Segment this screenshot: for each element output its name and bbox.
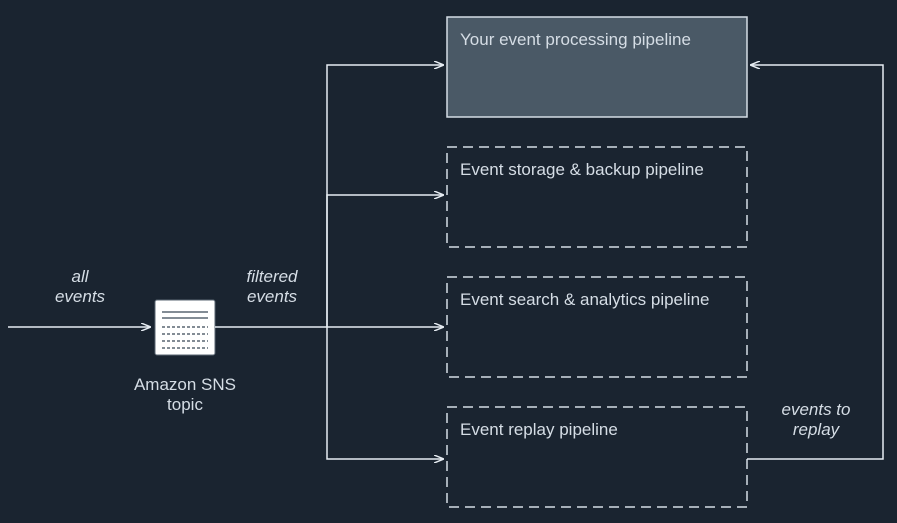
box-storage-label: Event storage & backup pipeline <box>460 160 704 179</box>
sns-topic-label-line2: topic <box>167 395 203 414</box>
box-processing: Your event processing pipeline <box>447 17 747 117</box>
box-replay-label: Event replay pipeline <box>460 420 618 439</box>
edge-label-replay-l1: events to <box>782 400 851 419</box>
edge-label-all-events-l2: events <box>55 287 106 306</box>
box-replay: Event replay pipeline <box>447 407 747 507</box>
box-processing-label: Your event processing pipeline <box>460 30 691 49</box>
sns-topic-icon <box>155 300 215 355</box>
arrow-to-processing <box>327 65 443 327</box>
edge-label-filtered-l1: filtered <box>246 267 298 286</box>
arrow-to-replay <box>327 327 443 459</box>
sns-topic-label-line1: Amazon SNS <box>134 375 236 394</box>
arrow-to-storage <box>327 195 443 327</box>
box-search-label: Event search & analytics pipeline <box>460 290 709 309</box>
box-storage: Event storage & backup pipeline <box>447 147 747 247</box>
box-search: Event search & analytics pipeline <box>447 277 747 377</box>
edge-label-replay-l2: replay <box>793 420 841 439</box>
edge-label-filtered-l2: events <box>247 287 298 306</box>
edge-label-all-events-l1: all <box>71 267 89 286</box>
